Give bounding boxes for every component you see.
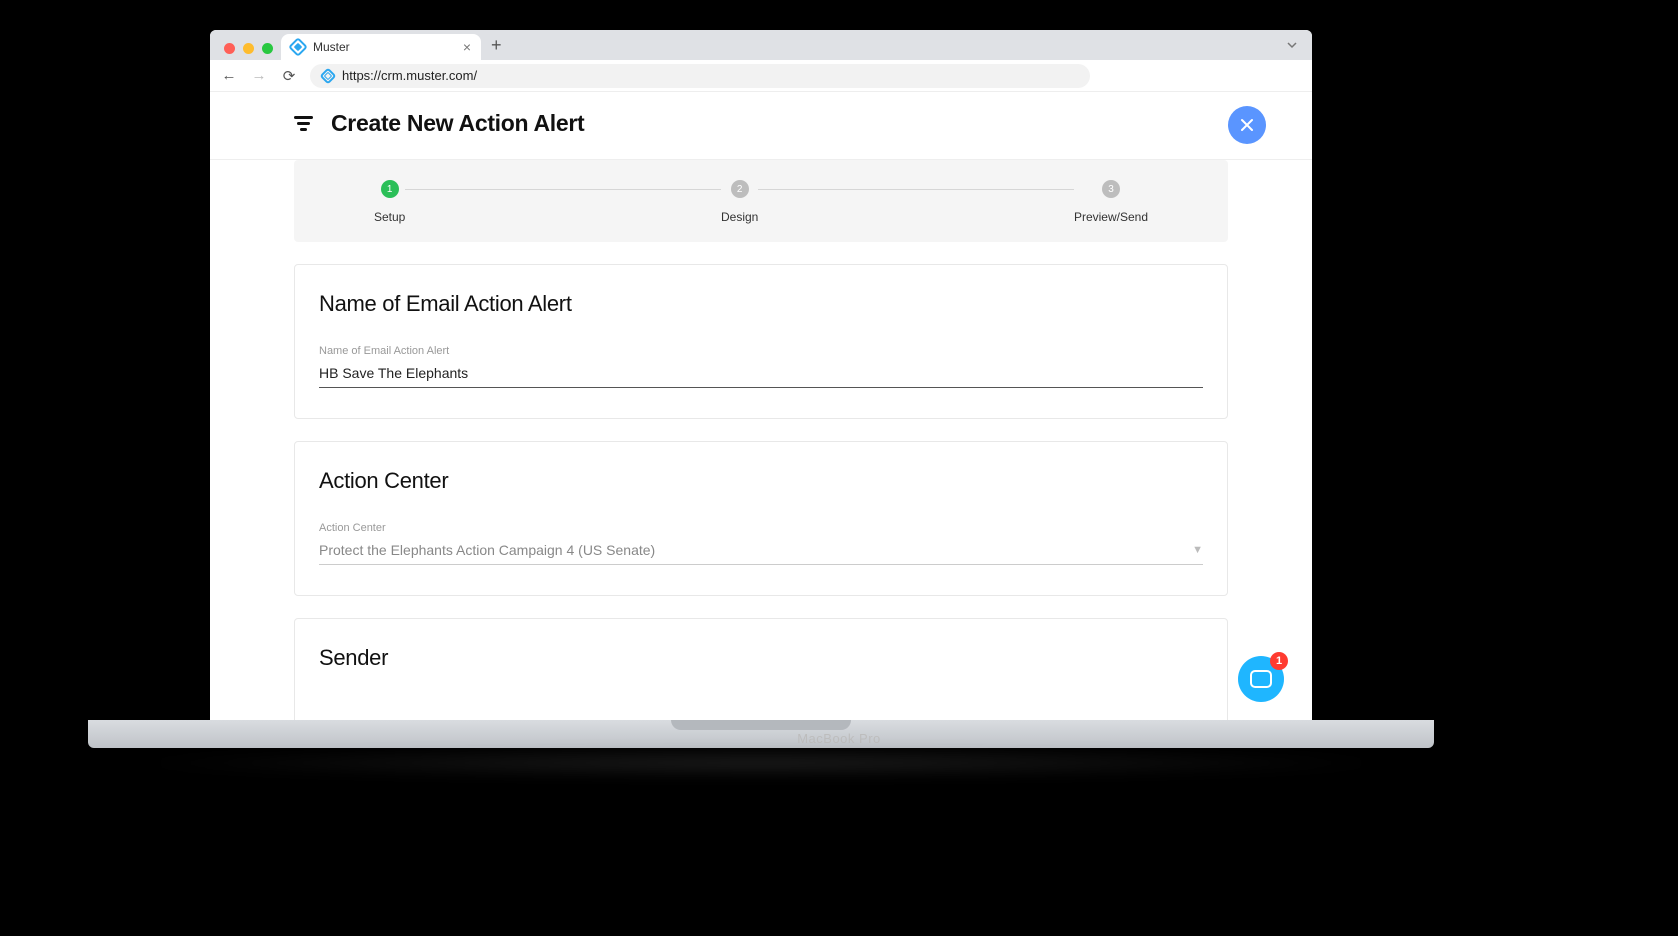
card-action-center: Action Center Action Center Protect the … <box>294 441 1228 596</box>
step-setup[interactable]: 1 Setup <box>374 180 405 224</box>
step-label: Preview/Send <box>1074 210 1148 224</box>
chat-widget[interactable]: 1 <box>1238 656 1284 702</box>
browser-tab[interactable]: Muster × <box>281 34 481 60</box>
laptop-shadow <box>120 748 1402 778</box>
back-button[interactable]: ← <box>220 67 238 84</box>
field-label: Action Center <box>319 522 1203 534</box>
browser-toolbar: ← → ⟳ https://crm.muster.com/ <box>210 60 1312 92</box>
secure-icon <box>320 67 337 84</box>
step-label: Setup <box>374 210 405 224</box>
step-number: 1 <box>381 180 399 198</box>
action-center-select[interactable]: Protect the Elephants Action Campaign 4 … <box>319 538 1203 565</box>
maximize-window-button[interactable] <box>262 43 273 54</box>
select-value: Protect the Elephants Action Campaign 4 … <box>319 542 1192 558</box>
card-sender: Sender <box>294 618 1228 720</box>
chevron-down-icon: ▼ <box>1192 544 1203 556</box>
step-connector <box>758 189 1074 190</box>
browser-tab-strip: Muster × + <box>210 30 1312 60</box>
card-heading: Action Center <box>319 468 1203 494</box>
card-name: Name of Email Action Alert Name of Email… <box>294 264 1228 419</box>
card-heading: Name of Email Action Alert <box>319 291 1203 317</box>
page-header: Create New Action Alert <box>210 92 1312 160</box>
chat-badge: 1 <box>1270 652 1288 670</box>
step-connector <box>405 189 721 190</box>
tab-title: Muster <box>313 40 350 54</box>
forward-button[interactable]: → <box>250 67 268 84</box>
step-design[interactable]: 2 Design <box>721 180 758 224</box>
step-number: 3 <box>1102 180 1120 198</box>
close-button[interactable] <box>1228 106 1266 144</box>
step-preview-send[interactable]: 3 Preview/Send <box>1074 180 1148 224</box>
field-label: Name of Email Action Alert <box>319 345 1203 357</box>
chat-icon <box>1250 670 1272 688</box>
url-text: https://crm.muster.com/ <box>342 68 477 83</box>
close-icon <box>1240 118 1254 132</box>
tab-close-icon[interactable]: × <box>463 39 471 55</box>
minimize-window-button[interactable] <box>243 43 254 54</box>
step-label: Design <box>721 210 758 224</box>
window-controls <box>218 43 281 60</box>
laptop-brand-label: MacBook Pro <box>797 731 881 746</box>
card-heading: Sender <box>319 645 1203 671</box>
stepper: 1 Setup 2 Design 3 Preview/Send <box>294 160 1228 242</box>
screen: Muster × + ← → ⟳ https://crm.muster.com/ <box>210 30 1312 720</box>
step-number: 2 <box>731 180 749 198</box>
reload-button[interactable]: ⟳ <box>280 67 298 85</box>
address-bar[interactable]: https://crm.muster.com/ <box>310 64 1090 88</box>
page-content: Create New Action Alert 1 Setup 2 Design <box>210 92 1312 720</box>
tab-favicon <box>288 37 308 57</box>
laptop-base <box>88 720 1434 748</box>
new-tab-button[interactable]: + <box>481 35 512 60</box>
tabs-dropdown-icon[interactable] <box>1286 38 1304 60</box>
filter-icon[interactable] <box>294 116 313 131</box>
alert-name-input[interactable] <box>319 361 1203 388</box>
laptop-bezel: Muster × + ← → ⟳ https://crm.muster.com/ <box>198 20 1324 720</box>
close-window-button[interactable] <box>224 43 235 54</box>
page-title: Create New Action Alert <box>331 110 584 137</box>
